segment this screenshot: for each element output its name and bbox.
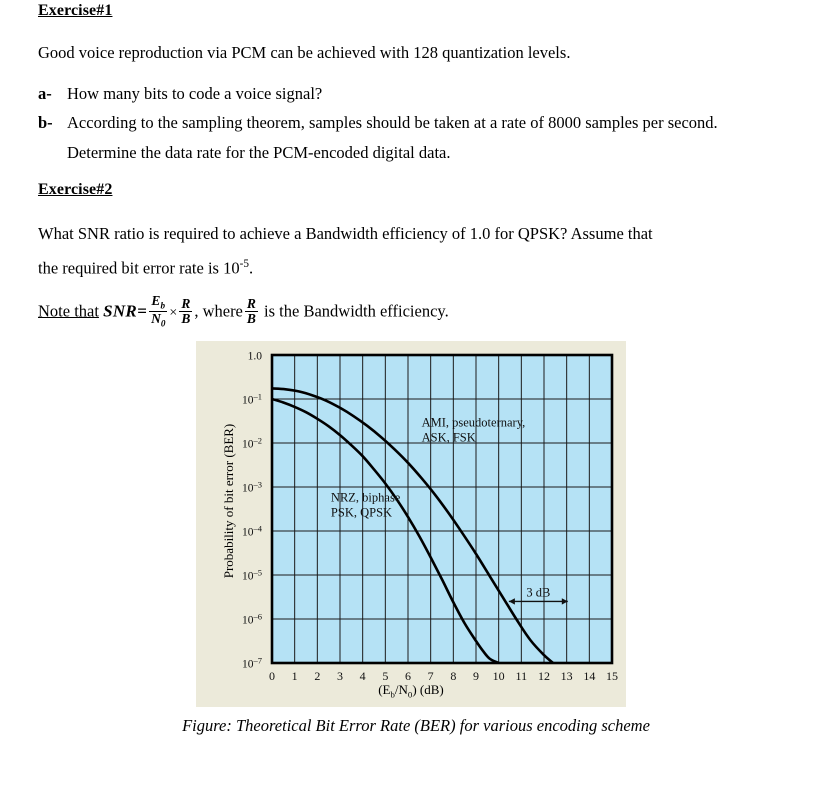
- annotation-ami-line: ASK, FSK: [422, 430, 476, 444]
- snr-symbol: SNR: [103, 301, 138, 321]
- note-prefix: Note that: [38, 301, 99, 321]
- y-tick-label: 10–2: [242, 436, 262, 451]
- item-b-text: According to the sampling theorem, sampl…: [67, 113, 718, 162]
- x-tick-label: 6: [405, 669, 411, 683]
- plot-background: [272, 355, 612, 663]
- x-tick-label: 7: [428, 669, 434, 683]
- x-tick-label: 1: [292, 669, 298, 683]
- y-tick-label: 10–1: [242, 392, 262, 407]
- annotation-nrz-line: NRZ, biphase: [331, 491, 401, 505]
- n-letter: N: [151, 311, 161, 327]
- x-tick-label: 12: [538, 669, 550, 683]
- x-title-close: ) (dB): [412, 682, 444, 697]
- gap-label-text: 3 dB: [526, 585, 550, 599]
- x-tick-label: 5: [382, 669, 388, 683]
- exercise2-question-line2: the required bit error rate is 10-5.: [38, 249, 798, 284]
- fraction-r-b-second: R B: [244, 296, 258, 327]
- annotation-ami-line: AMI, pseudoternary,: [422, 415, 526, 429]
- x-tick-label: 10: [493, 669, 505, 683]
- figure-caption: Figure: Theoretical Bit Error Rate (BER)…: [182, 716, 650, 735]
- multiply-sign: ×: [169, 305, 178, 321]
- item-a-text: How many bits to code a voice signal?: [67, 84, 323, 103]
- exercise2-heading: Exercise#2: [38, 181, 113, 198]
- y-tick-label: 10–6: [242, 612, 262, 627]
- x-tick-label: 14: [583, 669, 595, 683]
- y-tick-label: 10–4: [242, 524, 263, 539]
- note-tail-text: is the Bandwidth efficiency.: [264, 301, 449, 321]
- eb-subscript: b: [160, 300, 166, 311]
- x-tick-label: 2: [314, 669, 320, 683]
- fraction-n0-denominator: N0: [149, 311, 168, 330]
- ber-text-prefix: the required bit error rate is 10: [38, 258, 240, 278]
- y-tick-label: 10–3: [242, 480, 262, 495]
- ber-chart-panel: 1.0 10–1 10–2 10–3 10–4 10–5 10–6 10–7 0 1 2 3 4 5 6 7 8…: [196, 341, 626, 707]
- exercise1-heading: Exercise#1: [38, 2, 113, 19]
- exercise2-question-line1: What SNR ratio is required to achieve a …: [38, 224, 653, 243]
- exercise1-item-a: a- How many bits to code a voice signal?: [38, 79, 768, 109]
- snr-note-line: Note that SNR= Eb N0 × R B , where R B i…: [38, 293, 798, 330]
- ber-text-suffix: .: [248, 258, 254, 278]
- item-a-marker: a-: [38, 84, 52, 103]
- x-tick-label: 8: [450, 669, 456, 683]
- y-tick-label: 10–5: [242, 568, 262, 583]
- item-b-marker: b-: [38, 113, 53, 132]
- y-tick-label: 1.0: [248, 351, 263, 363]
- exercise1-intro: Good voice reproduction via PCM can be a…: [38, 43, 571, 62]
- x-axis-title: (Eb/N0) (dB): [196, 682, 626, 700]
- n0-subscript: 0: [160, 319, 166, 330]
- x-tick-label: 11: [516, 669, 528, 683]
- x-title-open: (E: [378, 682, 391, 697]
- x-title-slash: /N: [394, 682, 408, 697]
- note-mid-text: , where: [194, 301, 243, 321]
- x-tick-label: 15: [606, 669, 618, 683]
- fraction-eb-numerator: Eb: [149, 293, 167, 311]
- b-denominator-2: B: [244, 311, 258, 327]
- x-tick-label: 0: [269, 669, 275, 683]
- r-numerator-2: R: [246, 296, 256, 312]
- exercise1-item-b: b- According to the sampling theorem, sa…: [38, 108, 738, 168]
- y-axis-title: Probability of bit error (BER): [221, 423, 236, 579]
- ber-chart-svg: 1.010–110–210–310–410–510–610–70 1 2 3 4 5 6 7 8…: [242, 351, 618, 684]
- equals-sign: =: [137, 301, 148, 321]
- ber-exponent: -5: [239, 258, 249, 270]
- b-denominator-1: B: [179, 311, 193, 327]
- document-page: Exercise#1 Good voice reproduction via P…: [0, 0, 832, 805]
- annotation-nrz-line: PSK, QPSK: [331, 506, 392, 520]
- fraction-r-b-first: R B: [179, 296, 193, 327]
- x-tick-label: 3: [337, 669, 343, 683]
- x-tick-label: 4: [360, 669, 366, 683]
- ber-chart-plot: 1.0 10–1 10–2 10–3 10–4 10–5 10–6 10–7 0 1 2 3 4 5 6 7 8…: [196, 341, 626, 707]
- y-tick-label: 10–7: [242, 656, 262, 671]
- x-tick-label: 13: [561, 669, 573, 683]
- fraction-eb-n0: Eb N0: [149, 293, 168, 330]
- x-tick-label: 9: [473, 669, 479, 683]
- r-numerator-1: R: [181, 296, 191, 312]
